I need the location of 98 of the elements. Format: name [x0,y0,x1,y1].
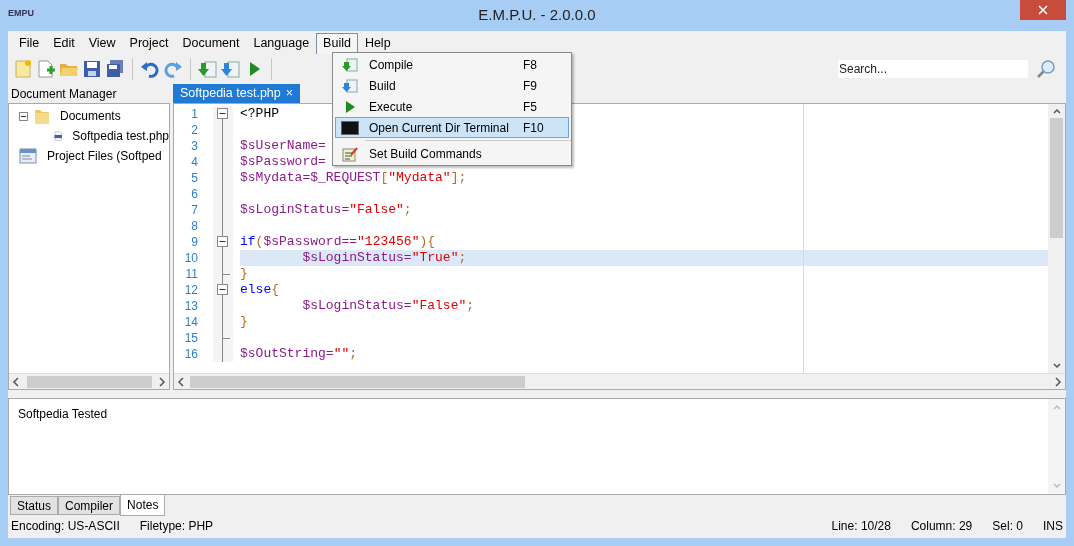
line-number: 1 [190,106,198,123]
scroll-thumb[interactable] [1050,118,1063,238]
download-document-icon [342,77,358,94]
horizontal-scrollbar[interactable] [174,373,1065,389]
line-number: 13 [183,298,198,315]
line-number: 5 [190,170,198,187]
notes-text: Softpedia Tested [17,406,109,423]
download-document-icon[interactable] [221,59,241,79]
line-number: 14 [183,314,198,331]
redo-icon[interactable] [163,59,183,79]
line-number: 3 [190,138,198,155]
status-text: Encoding: US-ASCII [11,517,120,535]
folder-icon [34,107,50,125]
status-text: Line: 10/28 [831,517,891,535]
menu-label: Open Current Dir Terminal [368,119,510,137]
code-line: $sPassword= [240,154,326,170]
menu-label: Build [368,77,397,95]
close-button[interactable] [1020,0,1066,20]
save-icon[interactable] [82,59,102,79]
shortcut-text: F8 [523,56,538,74]
status-text: Column: 29 [910,517,973,535]
code-editor[interactable] [173,103,1066,390]
menu-item[interactable]: Language [246,32,317,54]
editor-tab[interactable]: Softpedia test.php × [173,84,301,103]
menu-item[interactable]: Edit [46,32,82,54]
search-field[interactable]: Search... [838,60,1028,78]
panel-tab[interactable]: Status [10,496,59,515]
line-number: 11 [184,266,198,283]
tree-item[interactable]: Project Files (Softped [47,147,162,165]
shortcut-text: F10 [523,119,545,137]
line-number: 4 [190,154,198,171]
line-number: 6 [190,186,198,203]
menu-item[interactable]: Build [316,32,358,54]
line-number: 16 [183,346,198,363]
vertical-scrollbar[interactable] [1048,104,1065,373]
line-number: 15 [183,330,198,347]
fold-toggle-icon[interactable] [213,282,233,298]
tab-label: Softpedia test.php [180,85,281,103]
line-number: 2 [190,122,198,139]
line-number: 10 [183,250,198,267]
menu-item[interactable]: Set Build Commands [335,143,569,164]
save-all-icon[interactable] [105,59,125,79]
tab-close[interactable]: × [285,84,294,103]
menu-item[interactable]: Compile F8 [335,54,569,75]
code-line: } [240,266,248,282]
code-line: $sLoginStatus="False"; [301,298,475,314]
fold-toggle-icon[interactable] [213,234,233,250]
menu-item[interactable]: Execute F5 [335,96,569,117]
menu-item[interactable]: Project [122,32,176,54]
menu-item[interactable]: Open Current Dir Terminal F10 [335,117,569,138]
tree-item[interactable]: Softpedia test.php [72,127,169,145]
horizontal-scrollbar[interactable] [9,373,169,389]
window-icon [19,148,37,164]
menu-label: Compile [368,56,414,74]
status-text: INS [1043,517,1063,535]
status-text: Sel: 0 [992,517,1023,535]
menu-label: Set Build Commands [368,145,483,163]
search-icon[interactable] [1035,58,1057,80]
app-logo: EMPU [8,7,34,20]
tree-item[interactable]: Documents [60,107,121,125]
menu-item[interactable]: Help [357,32,398,54]
menu-item[interactable]: Document [175,32,247,54]
menu-item[interactable]: View [81,32,123,54]
line-number: 9 [190,234,198,251]
code-line: } [240,314,248,330]
code-line: <?PHP [240,106,279,122]
panel-tab[interactable]: Compiler [58,496,121,515]
edit-document-icon [342,145,358,162]
menu-label: Execute [368,98,414,116]
window-title: E.M.P.U. - 2.0.0.0 [478,5,596,26]
code-line: $sOutString=""; [240,346,358,362]
status-text: Filetype: PHP [139,517,214,535]
add-file-icon[interactable] [36,59,56,79]
code-line: else{ [240,282,280,298]
code-line: $sMydata=$_REQUEST["Mydata"]; [240,170,467,186]
line-number: 12 [183,282,198,299]
line-number: 7 [190,202,198,219]
code-line: if($sPassword=="123456"){ [240,234,436,250]
download-document-icon [342,56,358,73]
close-icon [1038,5,1048,15]
shortcut-text: F5 [523,98,538,116]
download-document-icon[interactable] [198,59,218,79]
collapse-icon[interactable] [19,111,28,121]
menu-item[interactable]: Build F9 [335,75,569,96]
scroll-thumb[interactable] [27,375,152,388]
code-line: $sUserName= [240,138,326,154]
undo-icon[interactable] [140,59,160,79]
panel-title: Document Manager [10,85,118,103]
line-number: 8 [190,218,198,235]
code-line: $sLoginStatus="True"; [301,250,467,266]
shortcut-text: F9 [523,77,538,95]
scroll-thumb[interactable] [190,375,525,388]
notes-panel[interactable]: Softpedia Tested [8,398,1066,495]
panel-tab[interactable]: Notes [120,495,166,516]
fold-toggle-icon[interactable] [213,106,233,122]
terminal-icon [341,120,359,135]
code-line: $sLoginStatus="False"; [240,202,412,218]
menu-item[interactable]: File [12,32,47,54]
